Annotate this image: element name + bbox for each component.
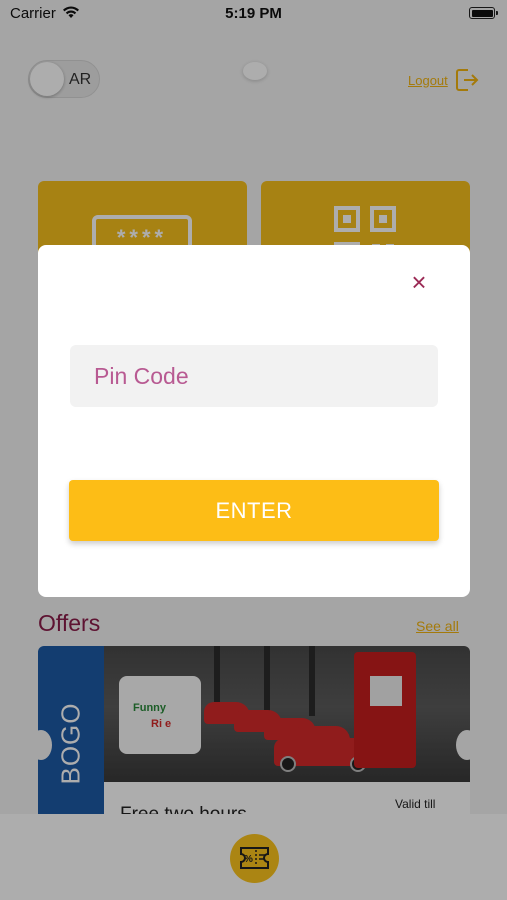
- app-screen: Carrier 5:19 PM AR Logout **** Offers Se…: [0, 0, 507, 900]
- close-icon[interactable]: ×: [406, 269, 432, 296]
- pin-code-input[interactable]: [70, 345, 438, 407]
- pin-code-dialog: [38, 245, 470, 597]
- enter-button[interactable]: ENTER: [69, 480, 439, 541]
